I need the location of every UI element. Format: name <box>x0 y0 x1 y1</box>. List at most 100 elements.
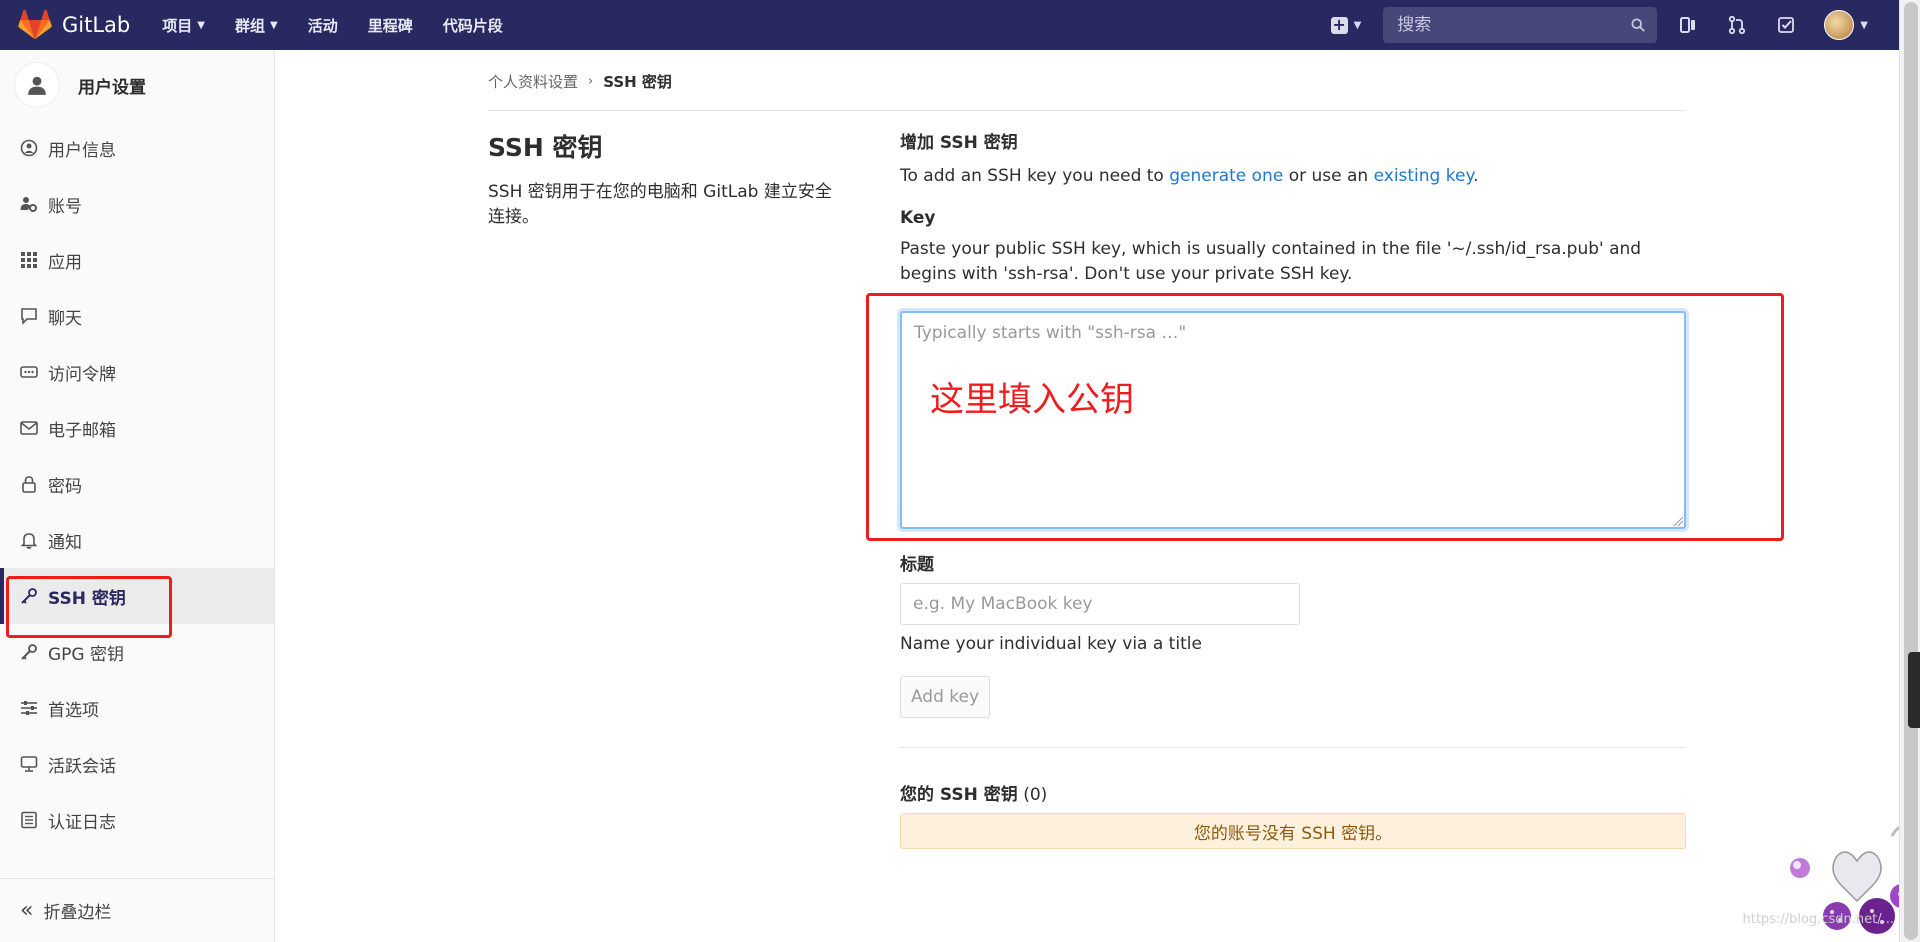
page-scrollbar[interactable] <box>1899 0 1920 942</box>
preferences-icon <box>21 701 37 715</box>
sidebar-item-label: 聊天 <box>48 308 82 329</box>
sidebar-item-label: 密码 <box>48 476 82 497</box>
sidebar-header[interactable]: 用户设置 <box>0 50 274 120</box>
form-section-title: 增加 SSH 密钥 <box>900 133 1018 153</box>
nav-milestones[interactable]: 里程碑 <box>368 15 413 36</box>
title-help-text: Name your individual key via a title <box>900 634 1202 654</box>
sidebar-panel-icon[interactable] <box>1677 14 1699 36</box>
sidebar-item-label: 首选项 <box>48 700 99 721</box>
title-label: 标题 <box>900 555 934 575</box>
sidebar-item-applications[interactable]: 应用 <box>0 232 274 288</box>
search-icon <box>1631 18 1646 32</box>
sidebar-item-label: 应用 <box>48 252 82 273</box>
breadcrumb-parent-link[interactable]: 个人资料设置 <box>488 71 578 92</box>
form-intro: To add an SSH key you need to generate o… <box>900 166 1686 186</box>
sidebar-item-label: 用户信息 <box>48 140 116 161</box>
section-intro: SSH 密钥 SSH 密钥用于在您的电脑和 GitLab 建立安全连接。 <box>488 128 848 230</box>
resize-grip-icon[interactable] <box>1672 515 1684 527</box>
empty-keys-alert: 您的账号没有 SSH 密钥。 <box>900 813 1686 849</box>
sidebar-item-auth-log[interactable]: 认证日志 <box>0 792 274 848</box>
sidebar-item-chat[interactable]: 聊天 <box>0 288 274 344</box>
breadcrumb: 个人资料设置 › SSH 密钥 <box>488 71 672 92</box>
sidebar-item-preferences[interactable]: 首选项 <box>0 680 274 736</box>
sidebar-item-active-sessions[interactable]: 活跃会话 <box>0 736 274 792</box>
comment-icon <box>21 308 37 325</box>
todo-check-icon[interactable] <box>1775 14 1797 36</box>
nav-projects[interactable]: 项目 ▼ <box>162 15 205 36</box>
key-icon <box>21 644 37 660</box>
chevron-down-icon: ▼ <box>1860 19 1868 31</box>
sidebar-item-access-tokens[interactable]: 访问令牌 <box>0 344 274 400</box>
sidebar-item-label: SSH 密钥 <box>48 588 126 609</box>
sidebar-title: 用户设置 <box>78 77 146 98</box>
nav-projects-label: 项目 <box>162 16 193 35</box>
sidebar-item-label: 账号 <box>48 196 82 217</box>
brand-name: GitLab <box>62 13 131 37</box>
key-title-input[interactable] <box>900 583 1300 625</box>
nav-groups-label: 群组 <box>234 16 265 35</box>
scrollbar-thumb[interactable] <box>1904 2 1918 940</box>
keys-count: (0) <box>1023 785 1048 805</box>
applications-grid-icon <box>21 252 37 268</box>
merge-request-icon[interactable] <box>1726 14 1748 36</box>
empty-keys-message: 您的账号没有 SSH 密钥。 <box>1193 823 1393 844</box>
gitlab-fox-icon <box>18 10 52 40</box>
sidebar-item-profile[interactable]: 用户信息 <box>0 120 274 176</box>
token-icon <box>20 366 38 378</box>
sidebar-item-label: 访问令牌 <box>48 364 116 385</box>
plus-square-icon: + <box>1330 14 1348 34</box>
breadcrumb-divider <box>488 110 1686 111</box>
search-box[interactable] <box>1383 7 1658 43</box>
collapse-sidebar-button[interactable]: « 折叠边栏 <box>0 878 274 942</box>
sidebar-item-gpg-keys[interactable]: GPG 密钥 <box>0 624 274 680</box>
sidebar-item-account[interactable]: 账号 <box>0 176 274 232</box>
lock-icon <box>22 476 36 493</box>
annotation-text: 这里填入公钥 <box>930 380 1134 420</box>
your-keys-title: 您的 SSH 密钥 (0) <box>900 780 1047 805</box>
search-input[interactable] <box>1395 14 1600 36</box>
monitor-icon <box>20 756 38 772</box>
key-help-text: Paste your public SSH key, which is usua… <box>900 239 1642 284</box>
nav-snippets-label: 代码片段 <box>442 16 503 35</box>
nav-groups[interactable]: 群组 ▼ <box>235 15 278 36</box>
chevron-down-icon: ▼ <box>197 19 205 31</box>
sidebar-item-password[interactable]: 密码 <box>0 456 274 512</box>
sidebar-item-notifications[interactable]: 通知 <box>0 512 274 568</box>
sidebar-item-label: GPG 密钥 <box>48 644 125 665</box>
form-intro-middle: or use an <box>1283 166 1374 186</box>
sidebar-item-label: 电子邮箱 <box>48 420 116 441</box>
profile-icon <box>20 139 38 157</box>
sidebar-item-ssh-keys[interactable]: SSH 密钥 <box>0 568 274 624</box>
double-chevron-left-icon: « <box>20 898 34 923</box>
user-menu[interactable]: ▼ <box>1824 10 1868 40</box>
existing-key-link[interactable]: existing key <box>1374 166 1474 186</box>
sidebar-item-label: 认证日志 <box>48 812 116 833</box>
mail-icon <box>20 421 38 435</box>
floating-widget[interactable] <box>1908 652 1920 728</box>
page-description: SSH 密钥用于在您的电脑和 GitLab 建立安全连接。 <box>488 182 832 227</box>
nav-activity-label: 活动 <box>307 16 338 35</box>
form-intro-suffix: . <box>1473 166 1479 186</box>
account-gear-icon <box>20 197 37 212</box>
new-dropdown-button[interactable]: + ▼ <box>1330 14 1361 34</box>
section-divider <box>900 747 1686 748</box>
add-key-form: 增加 SSH 密钥 To add an SSH key you need to … <box>900 128 1686 287</box>
generate-one-link[interactable]: generate one <box>1169 166 1283 186</box>
watermark-text: https://blog.csdn.net/... <box>1742 912 1894 927</box>
sidebar-item-emails[interactable]: 电子邮箱 <box>0 400 274 456</box>
breadcrumb-separator-icon: › <box>588 74 594 89</box>
log-icon <box>21 811 37 829</box>
gitlab-logo[interactable]: GitLab <box>18 10 130 40</box>
your-keys-heading: 您的 SSH 密钥 <box>900 785 1018 805</box>
sidebar-item-label: 通知 <box>48 532 82 553</box>
nav-snippets[interactable]: 代码片段 <box>443 15 503 36</box>
settings-sidebar: 用户设置 用户信息 账号 应用 聊天 访问令牌 电子邮箱 密码 通知 SSH 密… <box>0 50 275 942</box>
chevron-down-icon: ▼ <box>269 19 278 31</box>
nav-activity[interactable]: 活动 <box>308 15 338 36</box>
bell-icon <box>20 533 38 549</box>
top-navbar: GitLab 项目 ▼ 群组 ▼ 活动 里程碑 代码片段 + ▼ ▼ <box>0 0 1900 50</box>
sidebar-item-label: 活跃会话 <box>48 756 116 777</box>
navbar-right: + ▼ ▼ <box>1330 0 1900 50</box>
breadcrumb-current: SSH 密钥 <box>603 73 672 91</box>
add-key-button[interactable]: Add key <box>900 676 990 718</box>
